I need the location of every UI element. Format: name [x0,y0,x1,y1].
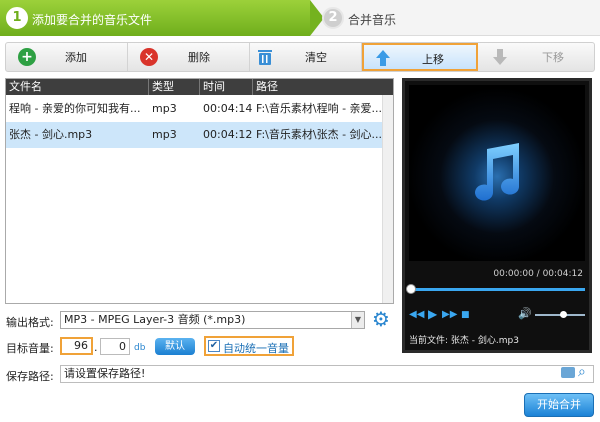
music-note-icon [475,143,519,201]
current-file-text: 当前文件: 张杰 - 剑心.mp3 [409,333,519,346]
target-volume-label: 目标音量: [6,342,54,355]
volume-icon[interactable]: 🔊 [518,307,532,320]
folder-icon[interactable] [561,367,575,378]
table-row[interactable]: 程响 - 亲爱的你可知我有... mp3 00:04:14 F:\音乐素材\程响… [6,96,393,122]
file-path-cell: F:\音乐素材\程响 - 亲爱... [256,102,383,115]
decimal-separator: . [94,341,98,354]
column-header-path[interactable]: 路径 [253,79,393,95]
output-format-label: 输出格式: [6,316,54,329]
preview-player: 00:00:00 / 00:04:12 ◀◀ ▶ ▶▶ ■ 🔊 当前文件: 张杰… [402,78,592,353]
seek-handle[interactable] [406,284,416,294]
volume-handle[interactable] [559,311,567,318]
delete-icon: ✕ [140,48,158,66]
trash-icon [258,50,272,65]
forward-icon[interactable]: ▶▶ [442,309,457,320]
clear-button[interactable]: 清空 [250,43,362,71]
start-merge-button[interactable]: 开始合并 [524,393,594,417]
chevron-down-icon[interactable]: ▼ [351,312,364,328]
db-unit: db [134,343,146,353]
file-type-cell: mp3 [152,102,177,115]
stop-icon[interactable]: ■ [461,310,470,320]
player-screen [409,85,585,261]
column-header-name[interactable]: 文件名 [6,79,149,95]
clear-label: 清空 [305,51,327,64]
add-label: 添加 [65,51,87,64]
file-list-header: 文件名 类型 时间 路径 [6,79,393,95]
plus-icon: + [18,48,36,66]
move-up-button[interactable]: 上移 [362,43,478,71]
column-header-time[interactable]: 时间 [200,79,253,95]
current-file-name: 张杰 - 剑心.mp3 [450,336,519,346]
toolbar: + 添加 ✕ 删除 清空 上移 下移 [5,42,595,72]
target-volume-input[interactable]: 96 [60,337,93,355]
add-button[interactable]: + 添加 [6,43,128,71]
save-path-input[interactable]: 请设置保存路径! [60,365,594,383]
arrow-down-icon [493,49,507,65]
current-file-label: 当前文件: [409,336,449,346]
default-button[interactable]: 默认 [155,338,195,355]
move-down-button[interactable]: 下移 [478,43,594,71]
auto-volume-checkbox[interactable]: ✔ [208,340,220,352]
delete-label: 删除 [188,51,210,64]
rewind-icon[interactable]: ◀◀ [409,309,424,320]
step-1-label: 添加要合并的音乐文件 [32,13,153,27]
step-1-number: 1 [6,7,28,29]
file-name-cell: 张杰 - 剑心.mp3 [9,128,93,141]
step-2-number: 2 [322,7,344,29]
seek-bar[interactable] [409,288,585,291]
play-icon[interactable]: ▶ [428,307,437,321]
file-path-cell: F:\音乐素材\张杰 - 剑心... [256,128,383,141]
save-path-label: 保存路径: [6,370,54,383]
file-time-cell: 00:04:12 [203,128,253,141]
output-format-select[interactable]: MP3 - MPEG Layer-3 音频 (*.mp3) [60,311,365,329]
arrow-up-icon [376,50,390,66]
file-type-cell: mp3 [152,128,177,141]
file-name-cell: 程响 - 亲爱的你可知我有... [9,102,141,115]
list-scrollbar[interactable] [382,95,393,303]
file-list[interactable]: 文件名 类型 时间 路径 程响 - 亲爱的你可知我有... mp3 00:04:… [5,78,394,304]
playback-time: 00:00:00 / 00:04:12 [493,269,583,279]
decibel-input[interactable]: 0 [100,338,130,355]
search-icon[interactable]: ⌕ [578,365,586,379]
move-down-label: 下移 [542,51,564,64]
column-header-type[interactable]: 类型 [149,79,200,95]
delete-button[interactable]: ✕ 删除 [128,43,250,71]
step-2-label: 合并音乐 [348,13,397,27]
move-up-label: 上移 [422,53,444,66]
auto-volume-label[interactable]: 自动统一音量 [223,340,289,356]
gear-icon[interactable]: ⚙ [372,309,390,329]
table-row-selected[interactable]: 张杰 - 剑心.mp3 mp3 00:04:12 F:\音乐素材\张杰 - 剑心… [6,122,393,148]
file-time-cell: 00:04:14 [203,102,253,115]
